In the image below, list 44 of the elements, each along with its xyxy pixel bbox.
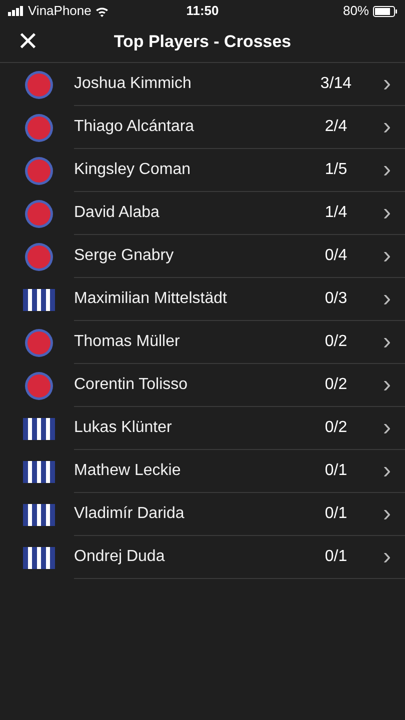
player-name: Maximilian Mittelstädt — [74, 289, 228, 309]
crosses-count: 0/2 — [324, 375, 348, 395]
chevron-icon[interactable]: › — [383, 330, 391, 354]
crosses-count: 0/3 — [324, 289, 348, 309]
chevron-icon[interactable]: › — [383, 459, 391, 483]
chevron-icon[interactable]: › — [383, 115, 391, 139]
player-name: Corentin Tolisso — [74, 375, 189, 395]
chevron-icon[interactable]: › — [383, 158, 391, 182]
chevron-icon[interactable]: › — [383, 373, 391, 397]
player-name: Vladimír Darida — [74, 504, 186, 524]
crosses-count: 1/5 — [324, 160, 348, 180]
battery-percent: 80% — [342, 2, 369, 20]
crosses-count: 0/1 — [324, 547, 348, 567]
chevron-icon[interactable]: › — [383, 502, 391, 526]
chevron-icon[interactable]: › — [383, 545, 391, 569]
wifi-icon — [95, 6, 110, 16]
player-name: Thomas Müller — [74, 332, 181, 352]
crosses-count: 0/2 — [324, 332, 348, 352]
crosses-count: 0/2 — [324, 418, 348, 438]
battery-icon — [373, 6, 397, 16]
chevron-icon[interactable]: › — [383, 244, 391, 268]
chevron-icon[interactable]: › — [383, 416, 391, 440]
crosses-count: 1/4 — [324, 203, 348, 223]
crosses-count: 0/4 — [324, 246, 348, 266]
screen-title: Top Players - Crosses — [114, 31, 292, 54]
player-name: David Alaba — [74, 203, 160, 223]
crosses-count: 0/1 — [324, 461, 348, 481]
crosses-count: 0/1 — [324, 504, 348, 524]
player-name: Mathew Leckie — [74, 461, 182, 481]
crosses-count: 3/14 — [319, 74, 353, 94]
crosses-count: 2/4 — [324, 117, 348, 137]
chevron-icon[interactable]: › — [383, 72, 391, 96]
chevron-icon[interactable]: › — [383, 201, 391, 225]
player-name: Thiago Alcántara — [74, 117, 196, 137]
clock-time: 11:50 — [186, 2, 219, 20]
signal-icon — [8, 6, 24, 16]
chevron-icon[interactable]: › — [383, 287, 391, 311]
player-name: Serge Gnabry — [74, 246, 175, 266]
carrier-name: VinaPhone — [28, 2, 92, 20]
player-name: Ondrej Duda — [74, 547, 166, 567]
player-name: Kingsley Coman — [74, 160, 192, 180]
close-button[interactable]: × — [14, 23, 42, 59]
player-name: Joshua Kimmich — [74, 74, 192, 94]
player-name: Lukas Klünter — [74, 418, 173, 438]
